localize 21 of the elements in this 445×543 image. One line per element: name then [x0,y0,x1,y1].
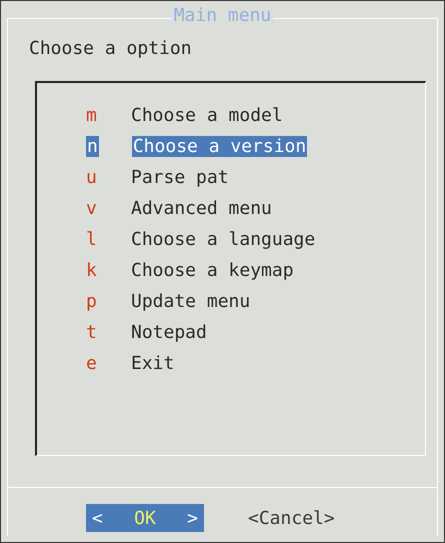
menu-item[interactable]: Exit [130,353,176,374]
menu-item[interactable]: Update menu [130,291,252,312]
hotkey-letter: v [86,198,98,219]
hotkey-letter: u [86,167,98,188]
hotkey-letter: e [86,353,98,374]
menu-item[interactable]: Parse pat [130,167,230,188]
menu-item[interactable]: Choose a model [130,105,284,126]
hotkey-letter: p [86,291,98,312]
hotkey-letter: n [86,136,99,157]
hotkey-letter: l [86,229,98,250]
menu-item[interactable]: Notepad [130,322,208,343]
hotkey-letter: k [86,260,98,281]
ok-button[interactable]: < OK > [86,504,204,532]
prompt-text: Choose a option [29,37,192,61]
menu-item[interactable]: Choose a keymap [130,260,295,281]
cancel-button[interactable]: <Cancel> [248,504,335,532]
menu-item[interactable]: Choose a version [132,136,308,157]
menu-item[interactable]: Advanced menu [130,198,273,219]
menu-item[interactable]: Choose a language [130,229,316,250]
hotkey-letter: m [86,105,98,126]
hotkey-letter: t [86,322,98,343]
